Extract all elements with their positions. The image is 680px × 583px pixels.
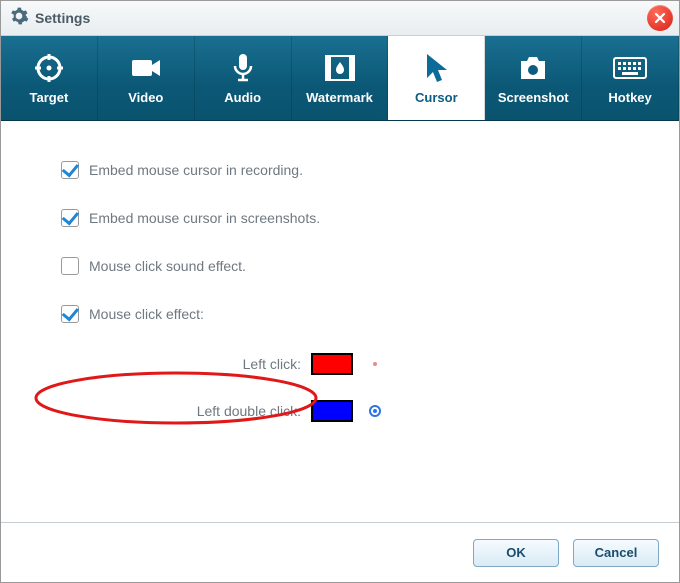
watermark-icon bbox=[325, 52, 355, 84]
tab-label: Hotkey bbox=[608, 90, 651, 105]
tab-label: Video bbox=[128, 90, 163, 105]
left-double-click-preview-dot bbox=[369, 405, 381, 417]
settings-window: Settings Target Video Audio bbox=[0, 0, 680, 583]
option-label: Mouse click sound effect. bbox=[89, 258, 246, 274]
option-label: Embed mouse cursor in screenshots. bbox=[89, 210, 320, 226]
video-camera-icon bbox=[130, 52, 162, 84]
gear-icon bbox=[9, 6, 29, 31]
option-embed-screenshots: Embed mouse cursor in screenshots. bbox=[61, 209, 619, 227]
crosshair-icon bbox=[34, 52, 64, 84]
ok-button[interactable]: OK bbox=[473, 539, 559, 567]
left-click-color-swatch[interactable] bbox=[311, 353, 353, 375]
cursor-arrow-icon bbox=[423, 52, 449, 84]
option-click-effect: Mouse click effect: bbox=[61, 305, 619, 323]
tab-video[interactable]: Video bbox=[98, 36, 195, 120]
tab-label: Watermark bbox=[306, 90, 373, 105]
left-double-click-color-row: Left double click: bbox=[141, 400, 619, 422]
tabstrip: Target Video Audio Watermark Cursor bbox=[1, 36, 679, 121]
cursor-settings-panel: Embed mouse cursor in recording. Embed m… bbox=[1, 121, 679, 522]
tab-hotkey[interactable]: Hotkey bbox=[582, 36, 679, 120]
click-color-group: Left click: Left double click: bbox=[141, 353, 619, 422]
close-button[interactable] bbox=[647, 5, 673, 31]
tab-target[interactable]: Target bbox=[1, 36, 98, 120]
titlebar: Settings bbox=[1, 1, 679, 36]
left-click-preview-dot bbox=[373, 362, 377, 366]
keyboard-icon bbox=[613, 52, 647, 84]
checkbox-click-sound[interactable] bbox=[61, 257, 79, 275]
left-click-color-row: Left click: bbox=[141, 353, 619, 375]
left-double-click-color-swatch[interactable] bbox=[311, 400, 353, 422]
checkbox-embed-screenshots[interactable] bbox=[61, 209, 79, 227]
dialog-footer: OK Cancel bbox=[1, 522, 679, 582]
option-label: Embed mouse cursor in recording. bbox=[89, 162, 303, 178]
cancel-button[interactable]: Cancel bbox=[573, 539, 659, 567]
tab-watermark[interactable]: Watermark bbox=[292, 36, 389, 120]
tab-label: Audio bbox=[224, 90, 261, 105]
microphone-icon bbox=[231, 52, 255, 84]
option-label: Mouse click effect: bbox=[89, 306, 204, 322]
checkbox-embed-recording[interactable] bbox=[61, 161, 79, 179]
tab-audio[interactable]: Audio bbox=[195, 36, 292, 120]
tab-label: Cursor bbox=[415, 90, 458, 105]
window-title: Settings bbox=[35, 10, 90, 26]
camera-icon bbox=[517, 52, 549, 84]
checkbox-click-effect[interactable] bbox=[61, 305, 79, 323]
tab-cursor[interactable]: Cursor bbox=[388, 35, 485, 120]
option-embed-recording: Embed mouse cursor in recording. bbox=[61, 161, 619, 179]
color-label: Left click: bbox=[141, 356, 301, 372]
option-click-sound: Mouse click sound effect. bbox=[61, 257, 619, 275]
color-label: Left double click: bbox=[141, 403, 301, 419]
tab-label: Target bbox=[30, 90, 69, 105]
tab-label: Screenshot bbox=[498, 90, 569, 105]
tab-screenshot[interactable]: Screenshot bbox=[485, 36, 582, 120]
